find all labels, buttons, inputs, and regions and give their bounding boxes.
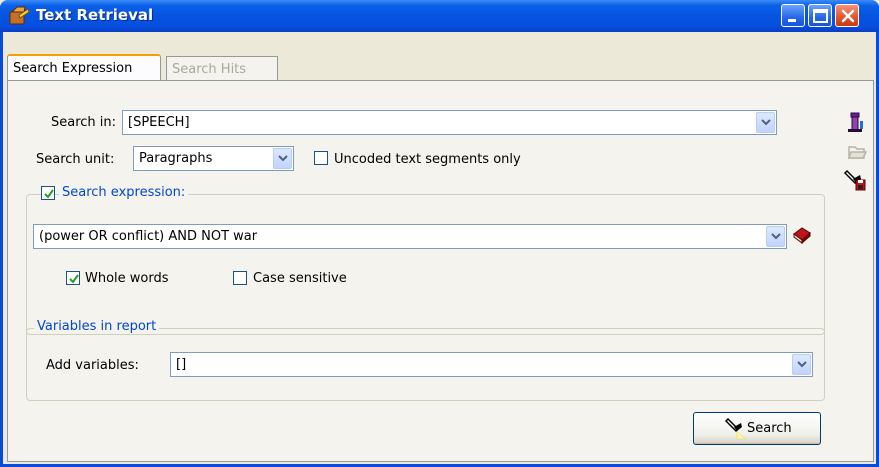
search-expression-dropdown-button[interactable] [766, 226, 785, 247]
search-unit-label: Search unit: [36, 152, 115, 167]
whole-words-label[interactable]: Whole words [85, 271, 169, 286]
search-button[interactable]: Search [693, 412, 821, 445]
close-button[interactable] [835, 4, 859, 27]
search-expression-group [26, 194, 825, 335]
minimize-button[interactable] [781, 4, 805, 27]
search-in-value: [SPEECH] [128, 115, 190, 130]
flashlight-icon [725, 418, 746, 440]
whole-words-checkbox[interactable] [66, 271, 80, 285]
search-unit-value: Paragraphs [139, 151, 213, 166]
save-search-icon[interactable] [843, 169, 867, 191]
minimize-icon [788, 19, 796, 22]
case-sensitive-checkbox[interactable] [233, 271, 247, 285]
search-expression-group-title: Search expression: [59, 185, 189, 200]
search-in-combo[interactable]: [SPEECH] [122, 110, 777, 135]
variables-group-title: Variables in report [34, 319, 160, 334]
add-variables-dropdown-button[interactable] [792, 354, 811, 375]
add-variables-value: [] [176, 357, 187, 372]
search-expression-value: (power OR conflict) AND NOT war [39, 229, 258, 244]
search-expression-combo[interactable]: (power OR conflict) AND NOT war [33, 224, 787, 249]
checkmark-icon [69, 274, 79, 284]
chevron-down-icon [797, 361, 807, 368]
search-in-dropdown-button[interactable] [756, 112, 775, 133]
maximize-icon [813, 9, 828, 23]
client-area: Search Expression Search Hits Search in:… [3, 32, 876, 464]
tab-search-expression[interactable]: Search Expression [7, 54, 161, 80]
title-bar[interactable]: Text Retrieval [0, 0, 879, 32]
open-folder-icon[interactable] [847, 141, 867, 161]
tab-search-hits[interactable]: Search Hits [166, 56, 278, 80]
search-expression-panel: Search in: [SPEECH] Search unit: Paragra… [7, 80, 874, 462]
uncoded-only-checkbox[interactable] [314, 151, 328, 165]
case-sensitive-label[interactable]: Case sensitive [253, 271, 347, 286]
filter-column-icon[interactable] [846, 111, 866, 133]
text-retrieval-window: Text Retrieval Search Expression Search … [0, 0, 879, 467]
app-icon [9, 6, 30, 25]
chevron-down-icon [278, 155, 288, 162]
add-variables-combo[interactable]: [] [170, 352, 813, 377]
search-expression-enable-checkbox[interactable] [41, 186, 55, 200]
search-button-label: Search [747, 421, 792, 436]
window-title: Text Retrieval [36, 6, 154, 24]
expression-book-icon[interactable] [792, 226, 812, 244]
search-unit-dropdown-button[interactable] [273, 148, 292, 169]
search-in-label: Search in: [51, 115, 117, 130]
close-icon [841, 9, 855, 23]
uncoded-only-label[interactable]: Uncoded text segments only [334, 152, 521, 167]
search-unit-combo[interactable]: Paragraphs [133, 146, 294, 171]
checkmark-icon [44, 189, 54, 199]
maximize-button[interactable] [808, 4, 832, 27]
chevron-down-icon [761, 119, 771, 126]
chevron-down-icon [771, 233, 781, 240]
add-variables-label: Add variables: [46, 358, 139, 373]
